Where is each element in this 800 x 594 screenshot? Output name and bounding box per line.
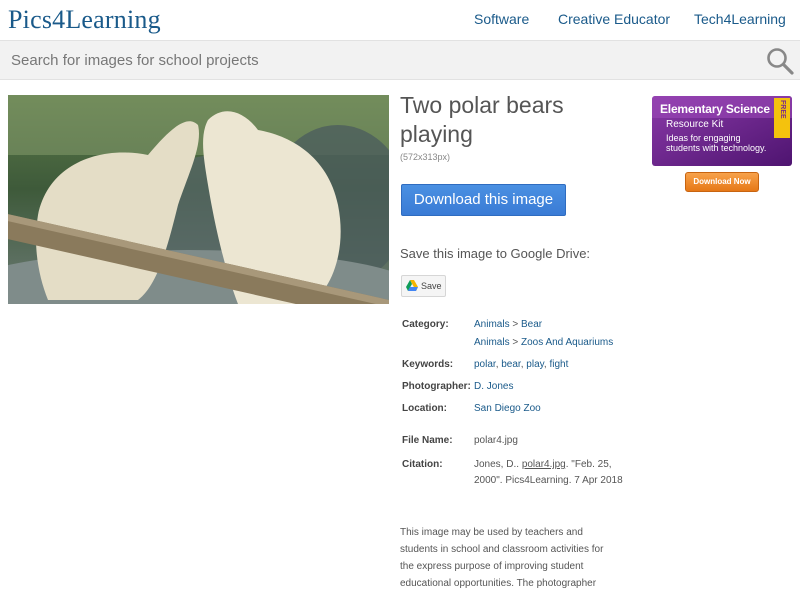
citation-file-link[interactable]: polar4.jpg bbox=[522, 459, 566, 470]
keyword-link[interactable]: polar bbox=[474, 359, 496, 370]
image-title: Two polar bears playing bbox=[400, 92, 564, 147]
search-icon[interactable] bbox=[765, 46, 795, 76]
ad-free-label: FREE bbox=[779, 100, 786, 119]
category-row: Animals > Bear bbox=[474, 318, 542, 331]
category-link-animals[interactable]: Animals bbox=[474, 319, 510, 330]
save-to-drive-button[interactable]: Save bbox=[401, 275, 446, 297]
image-dimensions: (572x313px) bbox=[400, 152, 451, 162]
google-drive-label: Save this image to Google Drive: bbox=[400, 246, 591, 261]
ad-free-badge: FREE bbox=[774, 98, 790, 138]
keyword-separator: , bbox=[495, 359, 499, 370]
ad-title: Elementary Science bbox=[660, 102, 770, 116]
search-bar bbox=[0, 40, 800, 80]
keywords-row: polar, bear, play, fight bbox=[474, 358, 568, 371]
usage-policy-text: This image may be used by teachers and s… bbox=[400, 527, 604, 589]
category-row: Animals > Zoos And Aquariums bbox=[474, 336, 613, 349]
citation-text: Jones, D.. polar4.jpg. "Feb. 25, 2000". … bbox=[474, 457, 624, 489]
keyword-link[interactable]: bear bbox=[501, 359, 520, 370]
photographer-label: Photographer: bbox=[402, 381, 471, 392]
nav-tech4learning[interactable]: Tech4Learning bbox=[694, 11, 786, 27]
category-separator: > bbox=[512, 337, 519, 348]
location-label: Location: bbox=[402, 403, 447, 414]
nav-creative-educator[interactable]: Creative Educator bbox=[558, 11, 670, 27]
keyword-link[interactable]: play bbox=[526, 359, 544, 370]
download-image-button[interactable]: Download this image bbox=[401, 184, 566, 216]
site-logo[interactable]: Pics4Learning bbox=[8, 5, 161, 35]
save-label: Save bbox=[421, 281, 442, 291]
ad-download-now-button[interactable]: Download Now bbox=[685, 172, 759, 192]
photo-polar-bears bbox=[8, 95, 389, 304]
keyword-separator: , bbox=[520, 359, 524, 370]
google-drive-icon bbox=[406, 280, 418, 291]
nav-software[interactable]: Software bbox=[474, 11, 529, 27]
header: Pics4Learning Software Creative Educator… bbox=[0, 0, 800, 40]
citation-label: Citation: bbox=[402, 459, 443, 470]
ad-description: Ideas for engaging students with technol… bbox=[666, 133, 767, 153]
citation-prefix: Jones, D.. bbox=[474, 459, 520, 470]
search-input[interactable] bbox=[0, 41, 760, 79]
photographer-link[interactable]: D. Jones bbox=[474, 380, 513, 393]
category-separator: > bbox=[512, 319, 519, 330]
category-label: Category: bbox=[402, 319, 449, 330]
keyword-link[interactable]: fight bbox=[549, 359, 568, 370]
ad-subtitle: Resource Kit bbox=[666, 119, 724, 130]
keywords-label: Keywords: bbox=[402, 359, 454, 370]
ad-banner-elementary-science[interactable]: Elementary Science Resource Kit Ideas fo… bbox=[652, 96, 792, 166]
category-link-animals[interactable]: Animals bbox=[474, 337, 510, 348]
category-link-bear[interactable]: Bear bbox=[521, 319, 542, 330]
location-link[interactable]: San Diego Zoo bbox=[474, 402, 541, 415]
category-link-zoos-and-aquariums[interactable]: Zoos And Aquariums bbox=[521, 337, 613, 348]
filename-label: File Name: bbox=[402, 435, 453, 446]
filename-value: polar4.jpg bbox=[474, 435, 518, 446]
keyword-separator: , bbox=[543, 359, 547, 370]
